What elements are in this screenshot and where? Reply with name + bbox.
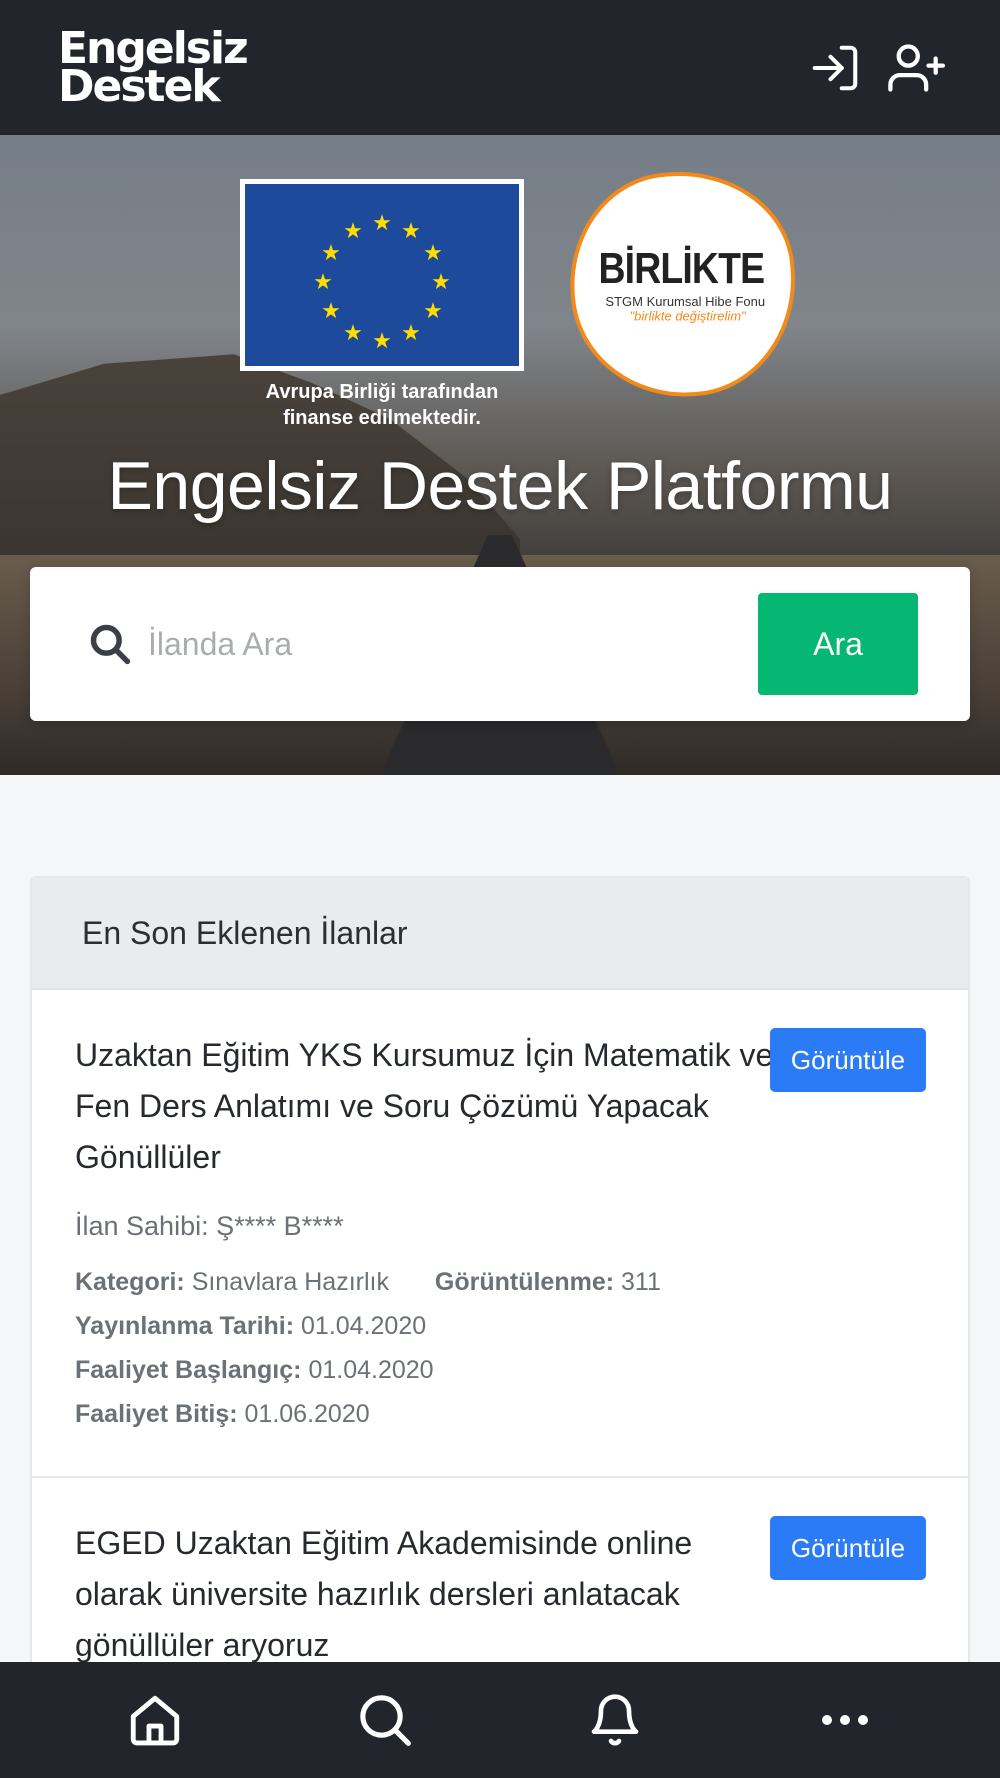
category-label: Kategori: — [75, 1268, 185, 1296]
listing-meta-row-4: Faaliyet Bitiş: 01.06.2020 — [75, 1392, 925, 1436]
published-label: Yayınlanma Tarihi: — [75, 1312, 295, 1340]
search-icon — [82, 616, 138, 672]
svg-text:★: ★ — [313, 270, 333, 295]
eu-stars-icon: ★ ★ ★ ★ ★ ★ ★ ★ ★ ★ ★ ★ — [313, 211, 451, 354]
top-bar: Engelsiz Destek — [0, 0, 1000, 135]
listing-owner: İlan Sahibi: Ş**** B**** — [75, 1211, 344, 1241]
more-icon[interactable] — [810, 1685, 880, 1755]
view-button[interactable]: Görüntüle — [770, 1028, 926, 1092]
home-icon[interactable] — [120, 1685, 190, 1755]
search-button[interactable]: Ara — [758, 593, 918, 695]
login-icon[interactable] — [804, 37, 866, 99]
bottom-navigation — [0, 1662, 1000, 1778]
user-plus-icon[interactable] — [888, 37, 950, 99]
svg-text:★: ★ — [343, 321, 363, 346]
search-card: Ara — [30, 567, 970, 721]
search-input[interactable] — [148, 625, 758, 663]
hero-banner: ★ ★ ★ ★ ★ ★ ★ ★ ★ ★ ★ ★ Avrupa Birliği t… — [0, 135, 1000, 775]
published-value: 01.04.2020 — [301, 1312, 427, 1340]
listing-title[interactable]: Uzaktan Eğitim YKS Kursumuz İçin Matemat… — [75, 1030, 775, 1183]
bell-icon[interactable] — [580, 1685, 650, 1755]
listing-meta-row-1: Kategori: Sınavlara Hazırlık Görüntülenm… — [75, 1260, 925, 1304]
svg-text:★: ★ — [321, 299, 341, 324]
start-label: Faaliyet Başlangıç: — [75, 1356, 302, 1384]
svg-text:★: ★ — [343, 219, 363, 244]
category-value: Sınavlara Hazırlık — [191, 1268, 389, 1296]
search-icon[interactable] — [350, 1685, 420, 1755]
start-value: 01.04.2020 — [308, 1356, 434, 1384]
listing-meta-row-2: Yayınlanma Tarihi: 01.04.2020 — [75, 1304, 925, 1348]
top-actions — [804, 37, 950, 99]
eu-caption: Avrupa Birliği tarafından finanse edilme… — [220, 379, 544, 431]
end-value: 01.06.2020 — [244, 1400, 370, 1428]
listing-title[interactable]: EGED Uzaktan Eğitim Akademisinde online … — [75, 1518, 775, 1671]
birlikte-logo: BİRLİKTE STGM Kurumsal Hibe Fonu "birlik… — [555, 156, 811, 412]
birlikte-logo-subtitle: STGM Kurumsal Hibe Fonu — [605, 293, 766, 309]
page-title: Engelsiz Destek Platformu — [107, 448, 893, 524]
svg-text:★: ★ — [423, 241, 443, 266]
listing-meta-row-3: Faaliyet Başlangıç: 01.04.2020 — [75, 1348, 925, 1392]
listing-meta: Kategori: Sınavlara Hazırlık Görüntülenm… — [75, 1260, 925, 1436]
view-button[interactable]: Görüntüle — [770, 1516, 926, 1580]
birlikte-logo-title: BİRLİKTE — [598, 244, 764, 294]
svg-text:★: ★ — [431, 270, 451, 295]
list-item: Uzaktan Eğitim YKS Kursumuz İçin Matemat… — [32, 990, 968, 1478]
eu-caption-line-1: Avrupa Birliği tarafından — [265, 381, 499, 403]
views-label: Görüntülenme: — [434, 1268, 615, 1296]
latest-listings-card: En Son Eklenen İlanlar Uzaktan Eğitim YK… — [30, 876, 970, 1776]
latest-listings-header: En Son Eklenen İlanlar — [32, 878, 968, 990]
brand-logo[interactable]: Engelsiz Destek — [58, 26, 249, 112]
svg-text:★: ★ — [423, 299, 443, 324]
svg-text:★: ★ — [372, 329, 392, 354]
eu-flag-logo: ★ ★ ★ ★ ★ ★ ★ ★ ★ ★ ★ ★ — [240, 179, 524, 371]
svg-text:★: ★ — [321, 241, 341, 266]
svg-text:★: ★ — [401, 321, 421, 346]
birlikte-logo-slogan: "birlikte değiştirelim" — [629, 308, 746, 324]
svg-text:★: ★ — [401, 219, 421, 244]
svg-text:★: ★ — [372, 211, 392, 236]
end-label: Faaliyet Bitiş: — [75, 1400, 238, 1428]
views-value: 311 — [621, 1268, 661, 1296]
eu-caption-line-2: finanse edilmektedir. — [283, 407, 481, 429]
brand-line-2: Destek — [58, 60, 221, 112]
